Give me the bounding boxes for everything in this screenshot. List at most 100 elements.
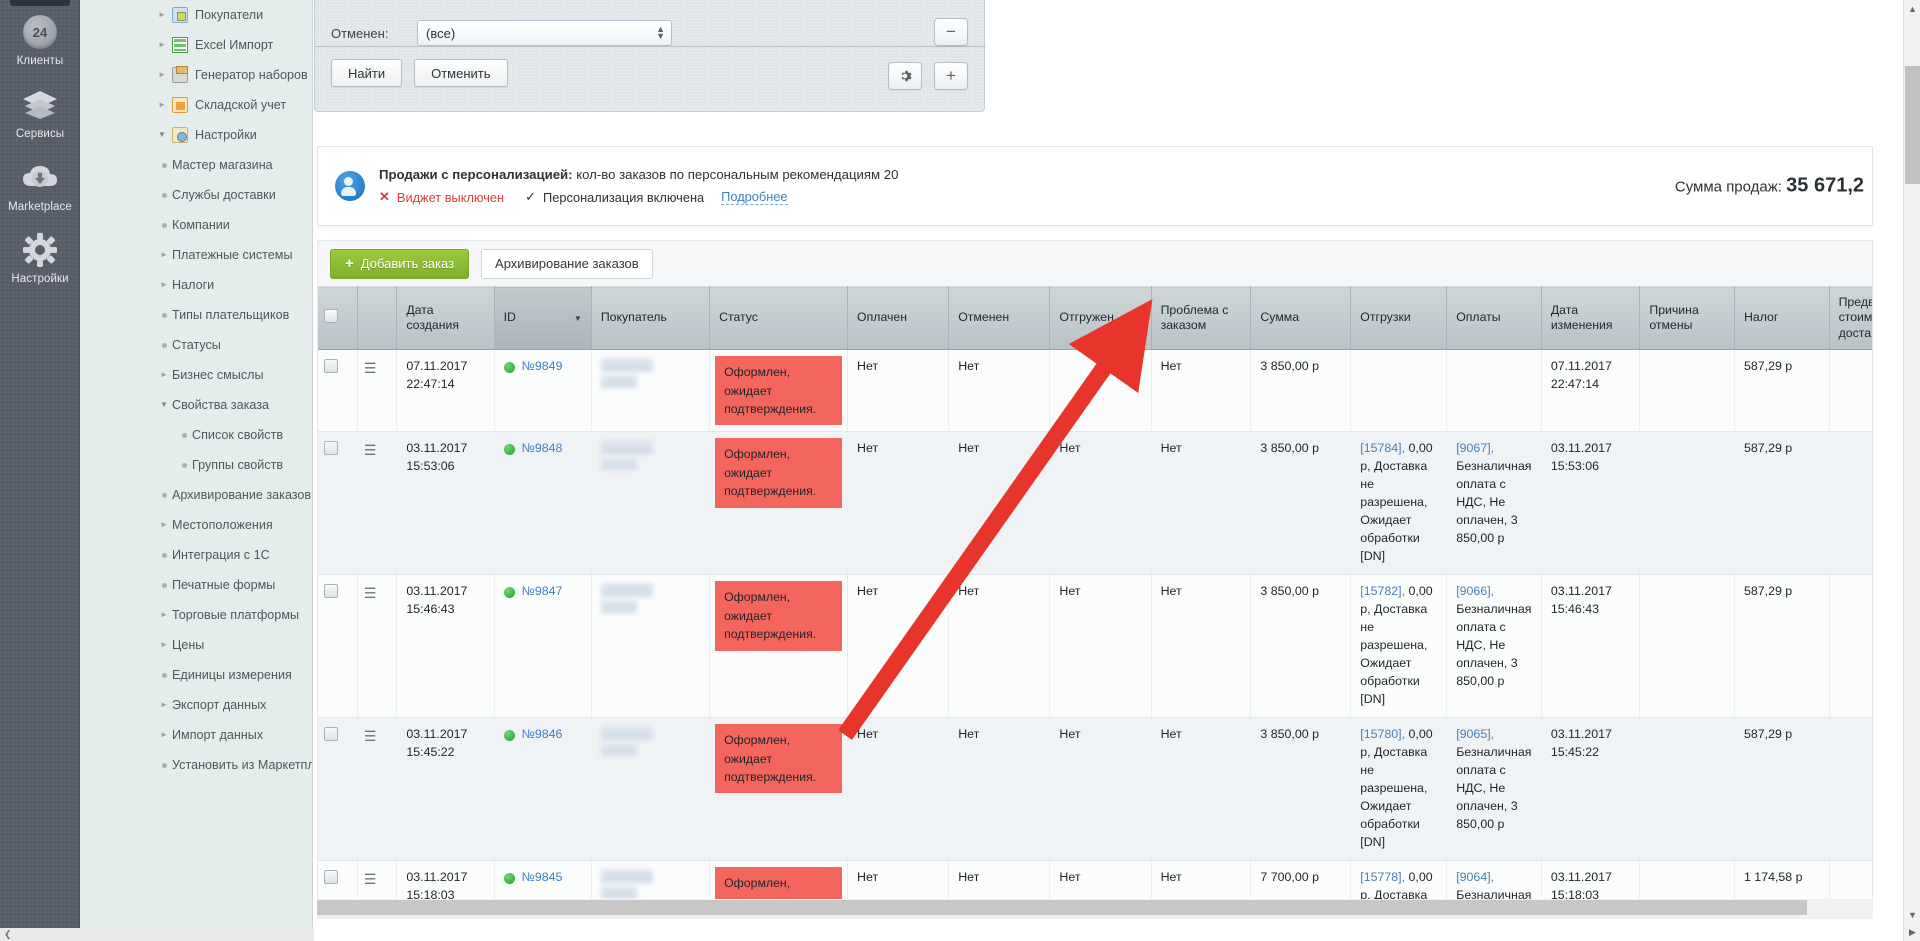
remove-filter-button[interactable]: − [934,18,968,46]
order-id-link[interactable]: №9846 [522,727,563,741]
row-checkbox[interactable] [324,870,338,885]
payments-ref-link[interactable]: [9066], [1456,584,1494,598]
payments-ref-link[interactable]: [9065], [1456,727,1494,741]
row-menu-icon[interactable]: ☰ [364,728,377,744]
tree-item-1[interactable]: ► Excel Импорт [80,30,312,60]
tree-item-9[interactable]: ► Налоги [80,270,312,300]
chevron-right-icon[interactable]: ► [154,101,170,109]
chevron-down-icon[interactable]: ▼ [154,131,170,139]
column-header-problem[interactable]: Проблема с заказом [1151,286,1252,351]
tree-item-4[interactable]: ▼ Настройки [80,120,312,150]
column-header-cancelled[interactable]: Отменен [948,286,1051,351]
select-all-checkbox[interactable] [324,308,338,323]
tree-item-5[interactable]: Мастер магазина [80,150,312,180]
row-menu-icon[interactable]: ☰ [364,585,377,601]
row-menu-icon[interactable]: ☰ [364,360,377,376]
tree-item-6[interactable]: Службы доставки [80,180,312,210]
row-checkbox[interactable] [324,359,338,374]
row-checkbox[interactable] [324,727,338,742]
column-header-check[interactable] [318,286,358,351]
scroll-left-chevron-icon[interactable]: ❮ [4,929,12,940]
archive-orders-button[interactable]: Архивирование заказов [481,248,653,279]
payments-ref-link[interactable]: [9067], [1456,441,1494,455]
tree-item-12[interactable]: ► Бизнес смыслы [80,360,312,390]
order-id-link[interactable]: №9847 [522,584,563,598]
column-header-paid[interactable]: Оплачен [847,286,950,351]
tree-item-7[interactable]: Компании [80,210,312,240]
table-row[interactable]: ☰ 03.11.2017 15:45:22 №9846 Оформлен, ожида… [318,717,1872,862]
filter-settings-button[interactable] [888,62,922,90]
find-button[interactable]: Найти [331,59,403,87]
tree-item-13[interactable]: ▼ Свойства заказа [80,390,312,420]
chevron-right-icon[interactable]: ► [154,11,170,19]
grid-horizontal-scrollbar[interactable] [317,899,1873,919]
tree-item-11[interactable]: Статусы [80,330,312,360]
shipments-ref-link[interactable]: [15778], [1360,870,1405,884]
page-vertical-scrollbar[interactable]: ▲ ▼ ▶ [1903,0,1920,941]
orders-grid[interactable]: Дата создания ID ▼ Покупатель Статус Оплачен О… [317,286,1873,916]
scroll-right-chevron-icon[interactable]: ▶ [1904,924,1920,941]
shipments-ref-link[interactable]: [15784], [1360,441,1405,455]
table-row[interactable]: ☰ 03.11.2017 15:53:06 №9848 Оформлен, ожида… [318,431,1872,576]
chevron-right-icon[interactable]: ► [156,281,172,289]
add-filter-button[interactable]: + [934,62,968,90]
sidebar-horizontal-scrollbar[interactable]: ❮ [0,928,314,941]
column-header-customer[interactable]: Покупатель [591,286,711,351]
chevron-right-icon[interactable]: ► [156,521,172,529]
order-id-link[interactable]: №9849 [522,359,563,373]
chevron-right-icon[interactable]: ► [154,71,170,79]
tree-item-21[interactable]: ► Цены [80,630,312,660]
column-header-menu[interactable] [357,286,398,351]
tree-item-2[interactable]: ► Генератор наборов [80,60,312,90]
tree-item-17[interactable]: ► Местоположения [80,510,312,540]
tree-item-0[interactable]: ► Покупатели [80,0,312,30]
chevron-right-icon[interactable]: ► [156,371,172,379]
tree-item-8[interactable]: ► Платежные системы [80,240,312,270]
column-header-id[interactable]: ID ▼ [494,286,592,351]
tree-item-23[interactable]: ► Экспорт данных [80,690,312,720]
tree-item-10[interactable]: Типы плательщиков [80,300,312,330]
vscroll-thumb[interactable] [1905,66,1920,184]
table-row[interactable]: ☰ 03.11.2017 15:46:43 №9847 Оформлен, ожида… [318,574,1872,719]
rail-item-marketplace[interactable]: Marketplace [0,156,80,213]
column-header-created[interactable]: Дата создания [396,286,495,351]
tree-item-22[interactable]: Единицы измерения [80,660,312,690]
row-checkbox[interactable] [324,584,338,599]
cancel-filter-button[interactable]: Отменить [414,59,508,87]
column-header-status[interactable]: Статус [709,286,849,351]
column-header-shipments[interactable]: Отгрузки [1350,286,1448,351]
column-header-tax[interactable]: Налог [1734,286,1830,351]
scroll-down-chevron-icon[interactable]: ▼ [1904,906,1920,923]
rail-item-services[interactable]: Сервисы [0,83,80,140]
column-header-cancel_reason[interactable]: Причина отмены [1639,286,1735,351]
column-header-prelim_delivery[interactable]: Предварительная стоимость доставки [1829,286,1872,351]
rail-item-clients[interactable]: 24 Клиенты [0,10,80,67]
grid-hscroll-thumb[interactable] [317,900,1807,915]
scroll-up-chevron-icon[interactable]: ▲ [1904,0,1920,17]
sort-desc-icon[interactable]: ▼ [574,314,582,324]
tree-item-25[interactable]: Установить из Маркетплейс импорт/э [80,750,312,780]
filter-select-cancelled[interactable]: (все) ▲ ▼ [417,20,672,46]
table-row[interactable]: ☰ 07.11.2017 22:47:14 №9849 Оформлен, ожида… [318,349,1872,433]
column-header-payments[interactable]: Оплаты [1446,286,1542,351]
order-id-link[interactable]: №9845 [522,870,563,884]
column-header-shipped[interactable]: Отгружен [1049,286,1152,351]
row-menu-icon[interactable]: ☰ [364,871,377,887]
chevron-down-icon[interactable]: ▼ [156,401,172,409]
chevron-right-icon[interactable]: ► [156,731,172,739]
row-checkbox[interactable] [324,441,338,456]
banner-more-link[interactable]: Подробнее [721,189,788,205]
tree-item-15[interactable]: Группы свойств [80,450,312,480]
tree-item-19[interactable]: Печатные формы [80,570,312,600]
chevron-right-icon[interactable]: ► [154,41,170,49]
tree-item-3[interactable]: ► Складской учет [80,90,312,120]
row-menu-icon[interactable]: ☰ [364,442,377,458]
shipments-ref-link[interactable]: [15782], [1360,584,1405,598]
column-header-modified[interactable]: Дата изменения [1541,286,1641,351]
chevron-right-icon[interactable]: ► [156,251,172,259]
payments-ref-link[interactable]: [9064], [1456,870,1494,884]
order-id-link[interactable]: №9848 [522,441,563,455]
shipments-ref-link[interactable]: [15780], [1360,727,1405,741]
column-header-sum[interactable]: Сумма [1250,286,1352,351]
tree-item-20[interactable]: ► Торговые платформы [80,600,312,630]
